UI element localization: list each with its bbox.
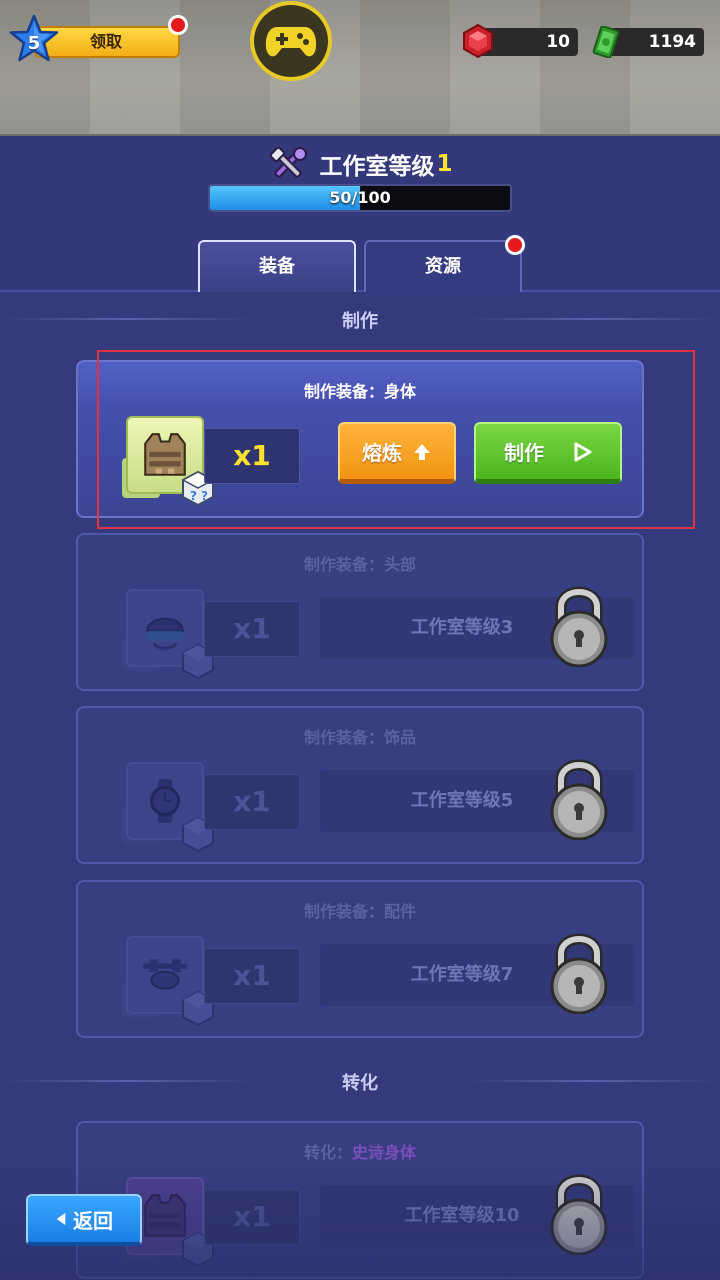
studio-title-row: 工作室等级 1 — [0, 146, 720, 182]
padlock-icon — [550, 1174, 608, 1255]
section-convert-label: 转化 — [342, 1073, 378, 1094]
padlock-icon — [550, 586, 608, 667]
claim-label: 领取 — [90, 32, 123, 51]
tab-resources-label: 资源 — [425, 256, 461, 277]
svg-text:?: ? — [201, 489, 208, 503]
svg-text:?: ? — [190, 489, 197, 503]
cash-count: 1194 — [648, 32, 696, 52]
smelt-button[interactable]: 熔炼 — [338, 422, 456, 484]
progress-text: 50/100 — [329, 188, 391, 207]
top-bar: 领取 5 10 1194 — [0, 0, 720, 136]
card-title: 制作装备：头部 — [303, 555, 416, 574]
card-title: 制作装备：饰品 — [303, 728, 416, 747]
craft-card-attachment: 制作装备：配件 x1 工作室等级7 — [76, 880, 644, 1038]
craft-card-accessory: 制作装备：饰品 x1 工作室等级5 — [76, 706, 644, 864]
quantity-display: x1 — [204, 774, 300, 830]
card-title-prefix: 转化： — [303, 1143, 352, 1162]
item-slot — [122, 936, 214, 1026]
padlock-icon — [550, 933, 608, 1014]
make-button[interactable]: 制作 — [474, 422, 622, 484]
padlock-icon — [550, 759, 608, 840]
studio-progress-bar: 50/100 — [208, 184, 512, 212]
cash-icon — [592, 26, 620, 58]
arrow-up-icon — [414, 443, 430, 460]
section-craft-label: 制作 — [342, 311, 378, 332]
card-title: 制作装备：配件 — [303, 902, 416, 921]
card-title-highlight: 史诗身体 — [352, 1143, 417, 1162]
back-button[interactable]: 返回 — [26, 1194, 142, 1246]
gamepad-icon — [265, 27, 317, 57]
player-level: 5 — [27, 32, 41, 54]
quantity-display: x1 — [204, 948, 300, 1004]
red-gem-icon — [463, 24, 493, 58]
tab-resources[interactable]: 资源 — [364, 240, 522, 292]
play-icon — [574, 442, 592, 461]
studio-title: 工作室等级 — [319, 154, 435, 180]
convert-card-epic-body: 转化：史诗身体 x1 工作室等级10 — [76, 1121, 644, 1279]
back-arrow-icon — [56, 1213, 66, 1225]
craft-card-head: 制作装备：头部 x1 工作室等级3 — [76, 533, 644, 691]
item-slot — [122, 589, 214, 679]
item-slot[interactable]: ? ? — [122, 416, 215, 506]
gamepad-button[interactable] — [250, 1, 332, 81]
quantity-display: x1 — [204, 601, 300, 657]
quantity-display: x1 — [204, 428, 300, 484]
studio-level: 1 — [436, 151, 453, 177]
tools-icon — [270, 146, 308, 178]
tab-equipment-label: 装备 — [259, 256, 295, 277]
tab-equipment[interactable]: 装备 — [198, 240, 356, 292]
craft-card-body: 制作装备：身体 ? ? x1 熔炼 制作 — [76, 360, 644, 518]
item-slot — [122, 762, 214, 852]
card-title: 制作装备：身体 — [303, 382, 416, 401]
card-title: 转化：史诗身体 — [78, 1139, 642, 1163]
smelt-label: 熔炼 — [362, 441, 402, 465]
resources-notification-dot — [505, 235, 525, 255]
cash-counter: 1194 — [606, 28, 704, 56]
back-label: 返回 — [73, 1208, 113, 1233]
quantity-display: x1 — [204, 1189, 300, 1245]
gem-count: 10 — [546, 32, 570, 52]
claim-notification-dot — [168, 15, 188, 35]
make-label: 制作 — [504, 441, 544, 465]
